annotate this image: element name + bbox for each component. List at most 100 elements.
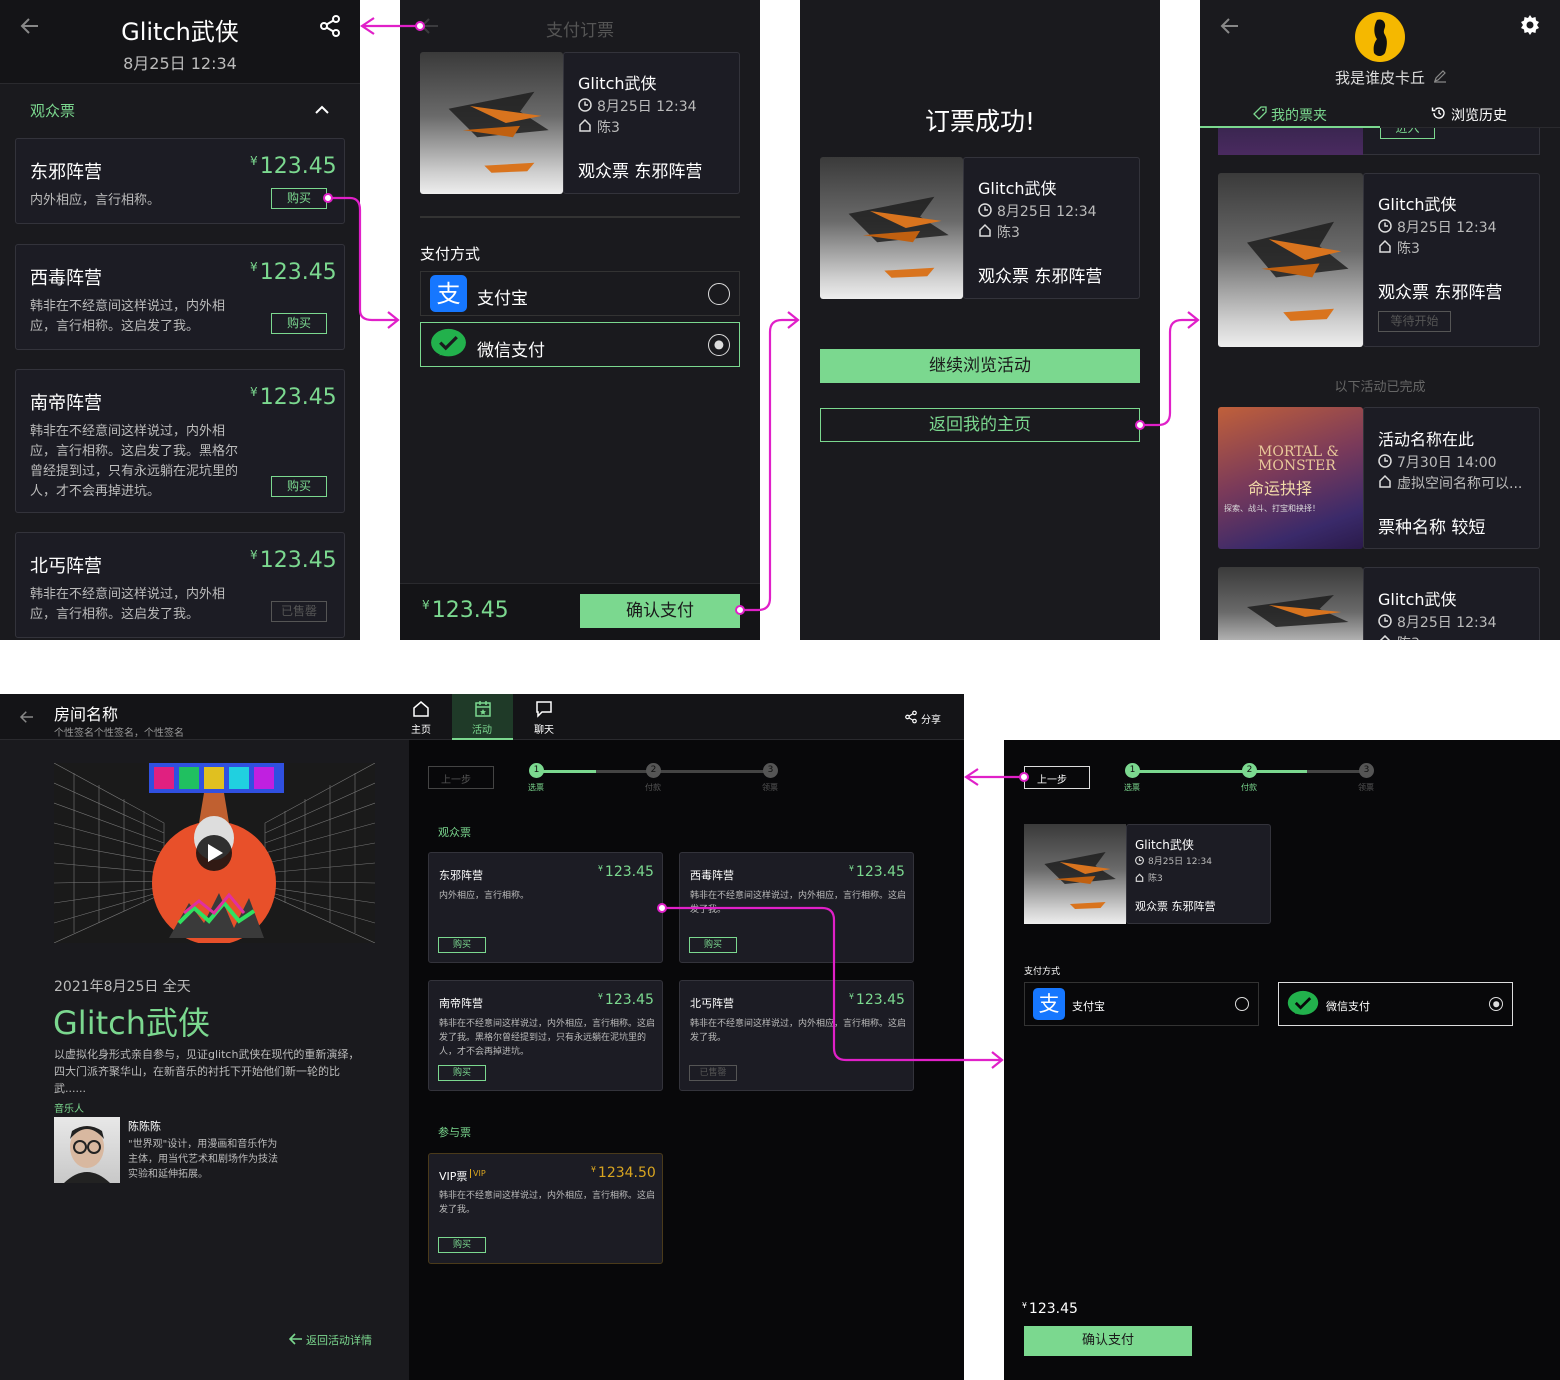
chevron-up-icon[interactable] bbox=[312, 100, 332, 120]
wechat-radio[interactable] bbox=[708, 334, 730, 356]
back-to-detail-link[interactable]: 返回活动详情 bbox=[306, 1332, 372, 1348]
wechat-pay-icon bbox=[430, 328, 467, 361]
confirm-pay-button[interactable]: 确认支付 bbox=[580, 594, 740, 628]
wechat-radio[interactable] bbox=[1489, 997, 1503, 1011]
step-1-label: 选票 bbox=[1124, 783, 1140, 792]
step-2-dot: 2 bbox=[1242, 763, 1257, 778]
waiting-start-label: 等待开始 bbox=[1378, 311, 1451, 332]
step-3-label: 领票 bbox=[762, 783, 778, 792]
back-arrow-icon[interactable] bbox=[18, 708, 36, 726]
sold-out-label: 已售罄 bbox=[271, 601, 327, 622]
event-place: 虚拟空间名称可以... bbox=[1397, 476, 1523, 492]
poster-title: MORTAL & MONSTER bbox=[1258, 444, 1339, 474]
share-icon[interactable] bbox=[904, 710, 918, 724]
share-icon[interactable] bbox=[318, 14, 342, 38]
screen-success: 订票成功! Glitch武侠 8月25日 12:34 陈3 观众票 东邪阵营 继… bbox=[800, 0, 1160, 640]
vip-ticket-name: VIP票 bbox=[439, 1170, 468, 1183]
event-date: 2021年8月25日 全天 bbox=[54, 979, 191, 995]
event-poster: MORTAL & MONSTER 命运抉择 探索、战斗、打宝和抉择！ bbox=[1218, 407, 1363, 549]
total-price: ¥123.45 bbox=[422, 598, 509, 623]
step-1-label: 选票 bbox=[528, 783, 544, 792]
confirm-pay-button[interactable]: 确认支付 bbox=[1024, 1326, 1192, 1356]
room-signature: 个性签名个性签名，个性签名 bbox=[54, 728, 184, 739]
svg-text:支: 支 bbox=[1039, 992, 1060, 1016]
event-desc: 以虚拟化身形式亲自参与，见证glitch武侠在现代的重新演绎，四大门派齐聚华山，… bbox=[54, 1048, 360, 1095]
ticket-name: 北丐阵营 bbox=[30, 556, 102, 577]
event-time: 7月30日 14:00 bbox=[1397, 455, 1497, 471]
alipay-option[interactable] bbox=[420, 271, 740, 316]
tab-my-tickets-label: 我的票夹 bbox=[1271, 108, 1327, 124]
event-thumbnail bbox=[820, 157, 963, 299]
vip-ticket-desc: 韩非在不经意间这样说过，内外相应，言行相称。这启发了我。 bbox=[439, 1191, 656, 1215]
ticket-desc: 韩非在不经意间这样说过，内外相应，言行相称。这启发了我。黑格尔曾经提到过，只有永… bbox=[439, 1019, 656, 1057]
back-arrow-green-icon[interactable] bbox=[289, 1333, 303, 1345]
buy-button[interactable]: 购买 bbox=[271, 188, 327, 209]
pay-method-label: 支付方式 bbox=[420, 245, 481, 263]
event-time: 8月25日 12:34 bbox=[997, 204, 1097, 220]
share-label[interactable]: 分享 bbox=[921, 711, 941, 726]
poster-cn: 命运抉择 bbox=[1248, 479, 1313, 498]
ticket-desc: 内外相应，言行相称。 bbox=[439, 891, 530, 901]
ticket-price: ¥123.45 bbox=[250, 548, 337, 573]
buy-button[interactable]: 购买 bbox=[438, 1065, 486, 1081]
edit-icon[interactable] bbox=[1433, 69, 1447, 83]
event-title: Glitch武侠 bbox=[1378, 590, 1457, 609]
room-name: 房间名称 bbox=[54, 705, 119, 724]
wechat-option[interactable] bbox=[420, 322, 740, 367]
ticket-price: ¥123.45 bbox=[250, 154, 337, 179]
step-3-dot: 3 bbox=[1359, 763, 1374, 778]
buy-button[interactable]: 购买 bbox=[438, 937, 486, 953]
event-thumbnail bbox=[1218, 567, 1363, 640]
screen-profile: 我是谁皮卡丘 进入 我的票夹 浏览历史 Glitch武侠 8月25日 12:34… bbox=[1200, 0, 1560, 640]
alipay-label: 支付宝 bbox=[1072, 1000, 1105, 1013]
alipay-radio[interactable] bbox=[1235, 997, 1249, 1011]
participant-label: 参与票 bbox=[438, 1126, 471, 1139]
continue-browse-button[interactable]: 继续浏览活动 bbox=[820, 349, 1140, 383]
event-thumbnail bbox=[1218, 173, 1363, 347]
screen-desktop-event: 房间名称 个性签名个性签名，个性签名 主页 活动 聊天 分享 2021年8月25… bbox=[0, 694, 964, 1380]
buy-button[interactable]: 购买 bbox=[689, 937, 737, 953]
step-3-label: 领票 bbox=[1358, 783, 1374, 792]
avatar[interactable] bbox=[1355, 12, 1405, 62]
page-title: Glitch武侠 bbox=[121, 18, 239, 46]
ticket-label: 观众票 东邪阵营 bbox=[578, 162, 703, 182]
nav-chat[interactable]: 聊天 bbox=[534, 721, 554, 736]
musician-label: 音乐人 bbox=[54, 1104, 84, 1115]
total-price: ¥123.45 bbox=[1022, 1301, 1078, 1317]
success-heading: 订票成功! bbox=[924, 107, 1036, 136]
event-time: 8月25日 12:34 bbox=[1397, 615, 1497, 631]
vip-badge: VIP bbox=[470, 1169, 486, 1178]
buy-button[interactable]: 购买 bbox=[271, 476, 327, 497]
event-title: Glitch武侠 bbox=[53, 1004, 211, 1042]
event-title: Glitch武侠 bbox=[578, 74, 657, 93]
tab-history-label[interactable]: 浏览历史 bbox=[1451, 105, 1507, 125]
event-title: Glitch武侠 bbox=[1135, 838, 1194, 852]
home-nav-icon[interactable] bbox=[412, 700, 430, 718]
play-icon[interactable] bbox=[196, 766, 197, 767]
ticket-label: 观众票 东邪阵营 bbox=[978, 267, 1103, 287]
video-player[interactable] bbox=[54, 763, 375, 943]
back-arrow-icon[interactable] bbox=[1218, 14, 1242, 38]
step-line-done bbox=[536, 770, 596, 773]
clock-icon bbox=[578, 98, 592, 112]
ticket-name: 东邪阵营 bbox=[439, 869, 483, 882]
chat-icon[interactable] bbox=[535, 700, 553, 718]
username: 我是谁皮卡丘 bbox=[1334, 69, 1425, 87]
event-place: 陈3 bbox=[1148, 874, 1163, 884]
buy-button[interactable]: 购买 bbox=[438, 1237, 486, 1253]
step-line-done bbox=[1132, 770, 1307, 773]
alipay-radio[interactable] bbox=[708, 283, 730, 305]
event-thumbnail bbox=[420, 52, 563, 194]
ticket-label: 票种名称 较短 bbox=[1378, 518, 1486, 538]
event-place: 陈3 bbox=[1397, 241, 1420, 257]
clock-icon bbox=[1378, 614, 1392, 628]
back-home-button[interactable]: 返回我的主页 bbox=[820, 408, 1140, 442]
ticket-name: 北丐阵营 bbox=[690, 997, 734, 1010]
step-line bbox=[1307, 770, 1367, 773]
step-line bbox=[596, 770, 770, 773]
ticket-price: ¥123.45 bbox=[849, 864, 905, 880]
buy-button[interactable]: 购买 bbox=[271, 313, 327, 334]
event-title: 活动名称在此 bbox=[1378, 430, 1475, 449]
nav-home[interactable]: 主页 bbox=[411, 721, 431, 736]
gear-icon[interactable] bbox=[1518, 13, 1542, 37]
